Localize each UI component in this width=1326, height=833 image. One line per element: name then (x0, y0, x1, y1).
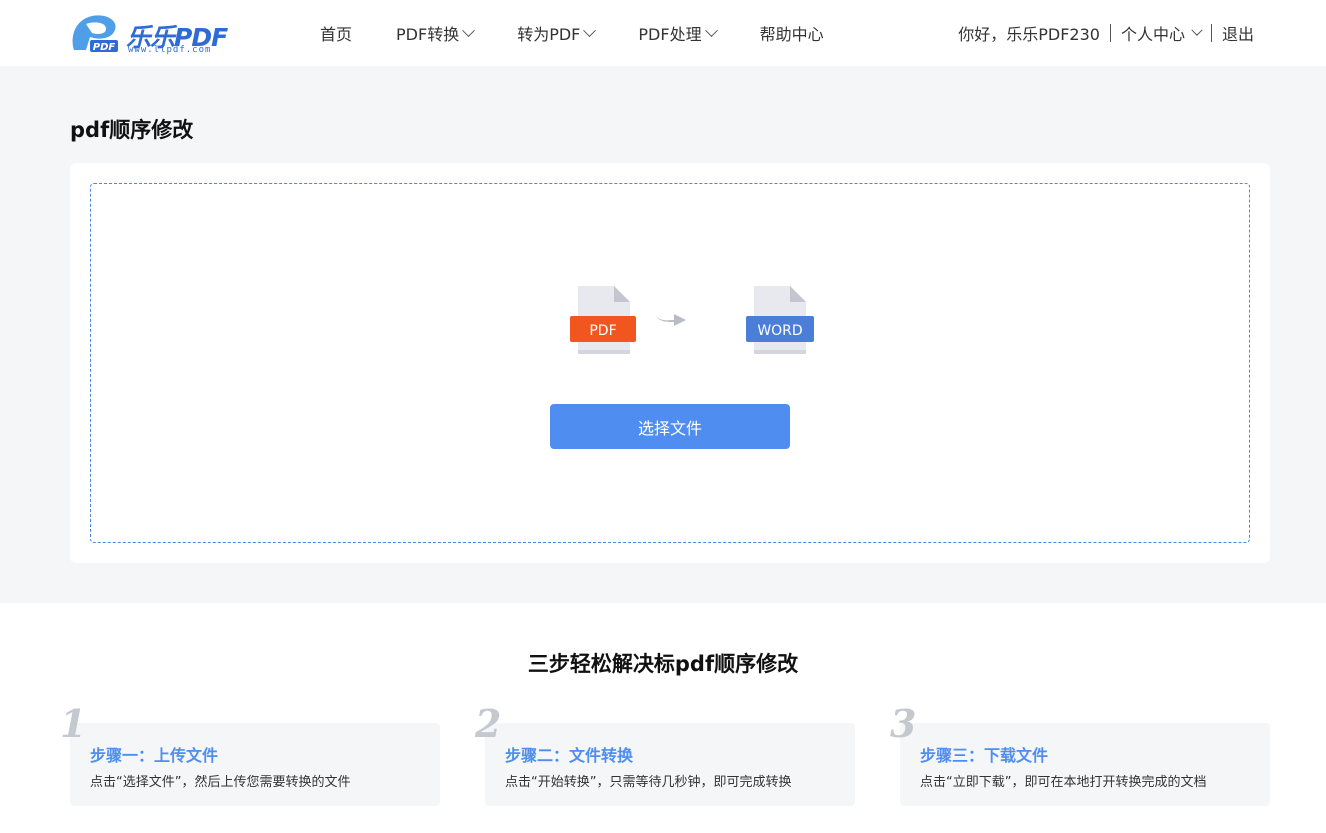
nav-pdf-process[interactable]: PDF处理 (638, 21, 718, 45)
step-title: 步骤二：文件转换 (505, 746, 634, 765)
chevron-down-icon (1191, 24, 1203, 36)
step-title: 步骤三：下载文件 (920, 746, 1049, 765)
nav-help[interactable]: 帮助中心 (760, 21, 824, 45)
chevron-down-icon (583, 23, 597, 37)
pdf-badge-label: PDF (589, 323, 616, 339)
step-number: 1 (60, 701, 87, 746)
nav-home-label: 首页 (320, 25, 353, 44)
word-file-icon: WORD (746, 286, 814, 354)
user-area: 你好，乐乐PDF230 个人中心 退出 (958, 0, 1254, 66)
page-title: pdf顺序修改 (70, 118, 194, 142)
main-nav: 首页 PDF转换 转为PDF PDF处理 帮助中心 (320, 0, 868, 66)
select-file-button[interactable]: 选择文件 (550, 404, 790, 449)
logo-url: www.llpdf.com (128, 45, 212, 55)
file-drop-zone[interactable]: PDF WORD 选择文件 (90, 183, 1250, 543)
nav-help-label: 帮助中心 (759, 25, 824, 44)
top-header: PDF 乐乐PDF www.llpdf.com 首页 PDF转换 转为PDF P… (0, 0, 1326, 66)
user-center-label: 个人中心 (1120, 25, 1185, 44)
step-number: 2 (475, 701, 502, 746)
nav-to-pdf-label: 转为PDF (517, 25, 581, 44)
upload-card: PDF WORD 选择文件 (70, 163, 1270, 563)
step-title: 步骤一：上传文件 (90, 746, 219, 765)
step-card: 1 步骤一：上传文件 点击“选择文件”，然后上传您需要转换的文件 (60, 701, 440, 806)
logout-link[interactable]: 退出 (1222, 21, 1254, 45)
llpdf-logo-icon: PDF (72, 15, 118, 53)
divider (1109, 24, 1111, 42)
chevron-down-icon (462, 23, 476, 37)
arrow-right-icon (656, 314, 686, 326)
user-center-menu[interactable]: 个人中心 (1120, 21, 1203, 45)
word-badge-label: WORD (757, 323, 802, 339)
nav-pdf-convert-label: PDF转换 (396, 25, 460, 44)
step-description: 点击“选择文件”，然后上传您需要转换的文件 (90, 775, 351, 790)
step-description: 点击“开始转换”，只需等待几秒钟，即可完成转换 (505, 775, 792, 790)
divider (1210, 24, 1212, 42)
logo-badge: PDF (93, 42, 116, 53)
nav-to-pdf[interactable]: 转为PDF (517, 21, 597, 45)
nav-pdf-process-label: PDF处理 (638, 25, 702, 44)
pdf-file-icon: PDF (570, 286, 636, 354)
nav-pdf-convert[interactable]: PDF转换 (396, 21, 476, 45)
chevron-down-icon (704, 23, 718, 37)
user-greeting: 你好，乐乐PDF230 (958, 25, 1100, 44)
logo[interactable]: PDF 乐乐PDF www.llpdf.com (68, 12, 233, 55)
step-number: 3 (890, 701, 917, 746)
nav-home[interactable]: 首页 (320, 21, 352, 45)
step-description: 点击“立即下载”，即可在本地打开转换完成的文档 (920, 775, 1207, 790)
steps-title: 三步轻松解决标pdf顺序修改 (527, 652, 799, 676)
step-card: 2 步骤二：文件转换 点击“开始转换”，只需等待几秒钟，即可完成转换 (475, 701, 855, 806)
step-card: 3 步骤三：下载文件 点击“立即下载”，即可在本地打开转换完成的文档 (890, 701, 1270, 806)
